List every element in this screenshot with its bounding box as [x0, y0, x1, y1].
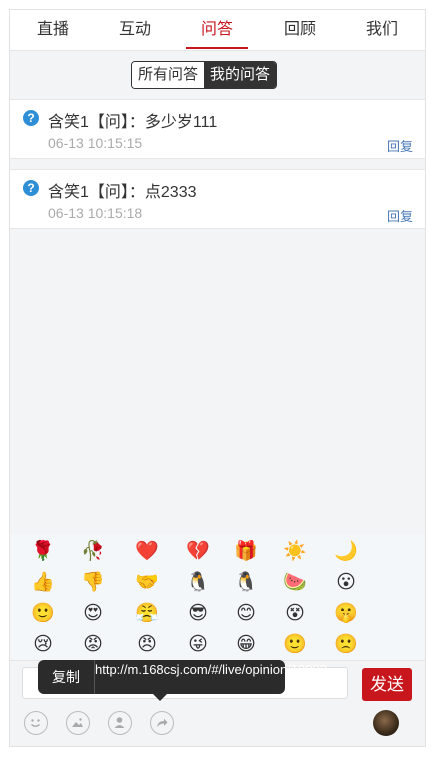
copy-button[interactable]: 复制: [38, 660, 95, 694]
emoji-item[interactable]: 😊: [234, 602, 258, 626]
reply-link[interactable]: 回复: [387, 136, 413, 155]
emoji-item[interactable]: ❤️: [135, 540, 159, 564]
emoji-item[interactable]: 😁: [234, 633, 258, 657]
emoji-item[interactable]: 👍: [31, 571, 55, 595]
emoji-item[interactable]: 👎: [81, 571, 105, 595]
emoji-item[interactable]: 🌙: [334, 540, 358, 564]
emoji-item[interactable]: 😎: [186, 602, 210, 626]
emoji-item[interactable]: 😤: [135, 602, 159, 626]
share-icon[interactable]: [150, 711, 174, 735]
all-questions-button[interactable]: 所有问答: [132, 62, 205, 88]
tab-qa[interactable]: 问答: [182, 10, 252, 50]
emoji-item[interactable]: 🙂: [31, 602, 55, 626]
emoji-item[interactable]: 🤝: [135, 571, 159, 595]
emoji-item[interactable]: 🥀: [81, 540, 105, 564]
emoji-icon[interactable]: [24, 711, 48, 735]
qa-filter-segment: 所有问答 我的问答: [131, 61, 278, 89]
tab-live[interactable]: 直播: [18, 10, 88, 50]
question-text: 含笑1【问】：多少岁111: [48, 114, 218, 131]
emoji-item[interactable]: 😵: [283, 602, 307, 626]
emoji-item[interactable]: ☀️: [283, 540, 307, 564]
app-frame: 直播 互动 问答 回顾 我们 所有问答 我的问答 ? 含笑1【问】：多少岁111…: [9, 9, 426, 747]
emoji-item[interactable]: 😜: [186, 633, 210, 657]
emoji-item[interactable]: 🤫: [334, 602, 358, 626]
user-icon[interactable]: [108, 711, 132, 735]
question-text: 含笑1【问】：点2333: [48, 184, 197, 201]
question-time: 06-13 10:15:18: [48, 205, 143, 221]
emoji-item[interactable]: 😮: [334, 571, 358, 595]
reply-link[interactable]: 回复: [387, 206, 413, 225]
send-button[interactable]: 发送: [362, 668, 412, 701]
copy-tooltip: 复制 http://m.168csj.com/#/live/opinion/10…: [38, 660, 327, 701]
emoji-item[interactable]: 🙂: [283, 633, 307, 657]
emoji-item[interactable]: 🎁: [234, 540, 258, 564]
tab-interact[interactable]: 互动: [100, 10, 170, 50]
emoji-item[interactable]: 🌹: [31, 540, 55, 564]
question-time: 06-13 10:15:15: [48, 135, 143, 151]
question-item: ? 含笑1【问】：多少岁111 06-13 10:15:15 回复: [10, 99, 425, 159]
question-icon: ?: [23, 180, 39, 196]
emoji-item[interactable]: 🐧: [234, 571, 258, 595]
tooltip-url: http://m.168csj.com/#/live/opinion/10002: [95, 662, 327, 677]
emoji-item[interactable]: 😡: [81, 633, 105, 657]
avatar[interactable]: [373, 710, 399, 736]
emoji-item[interactable]: 💔: [186, 540, 210, 564]
tab-about[interactable]: 我们: [347, 10, 417, 50]
tab-review[interactable]: 回顾: [265, 10, 335, 50]
tab-underline: [186, 47, 248, 49]
my-questions-button[interactable]: 我的问答: [204, 62, 277, 88]
tab-qa-label: 问答: [200, 21, 233, 38]
emoji-item[interactable]: 😠: [135, 633, 159, 657]
question-icon: ?: [23, 110, 39, 126]
emoji-item[interactable]: 🐧: [186, 571, 210, 595]
tab-bar: 直播 互动 问答 回顾 我们: [10, 10, 425, 51]
tooltip-arrow: [153, 694, 167, 701]
emoji-panel: 🌹 🥀 ❤️ 💔 🎁 ☀️ 🌙 👍 👎 🤝 🐧 🐧 🍉 😮 🙂 😍 😤 😎 😊 😵 🤫 😢 😡 😠 😜 😁 🙂 🙁: [10, 534, 425, 660]
question-item: ? 含笑1【问】：点2333 06-13 10:15:18 回复: [10, 169, 425, 229]
emoji-item[interactable]: 🍉: [283, 571, 307, 595]
emoji-item[interactable]: 🙁: [334, 633, 358, 657]
image-icon[interactable]: [66, 711, 90, 735]
emoji-item[interactable]: 😢: [31, 633, 55, 657]
emoji-item[interactable]: 😍: [81, 602, 105, 626]
